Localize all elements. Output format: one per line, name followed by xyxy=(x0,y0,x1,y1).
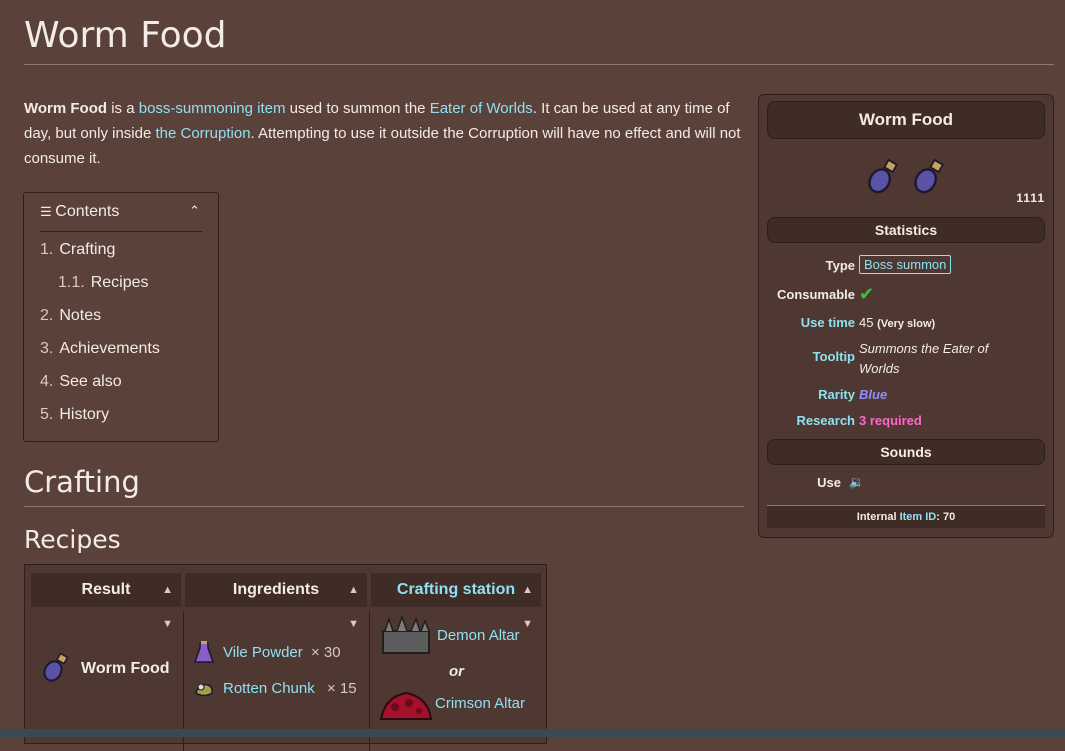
game-modes-badge: 1111 xyxy=(1016,191,1045,205)
ingredient-vile-powder: Vile Powder × 30 xyxy=(193,641,365,665)
section-crafting-heading: Crafting xyxy=(24,464,744,507)
toc-item-crafting[interactable]: 1. Crafting xyxy=(40,241,160,274)
chevron-up-icon[interactable]: ⌃ xyxy=(189,203,200,219)
demon-altar-icon xyxy=(382,615,430,654)
toc-item-see-also[interactable]: 4. See also xyxy=(40,373,160,406)
statistics-header: Statistics xyxy=(767,217,1045,243)
rotten-chunk-icon xyxy=(195,683,213,697)
toc-title: ☰ Contents xyxy=(40,203,120,220)
result-cell: Worm Food xyxy=(39,651,179,687)
sort-icon[interactable]: ▲ ▼ xyxy=(348,573,359,641)
worm-food-icon xyxy=(43,652,69,682)
worm-food-sprite-icon xyxy=(914,158,945,194)
link-boss-summoning-item[interactable]: boss-summoning item xyxy=(139,100,286,117)
speaker-icon[interactable]: 🔉 xyxy=(849,475,864,489)
link-crimson-altar[interactable]: Crimson Altar xyxy=(435,695,525,712)
sort-icon[interactable]: ▲ ▼ xyxy=(162,573,173,641)
station-or: or xyxy=(449,663,464,680)
toc-item-recipes[interactable]: 1.1. Recipes xyxy=(40,274,160,307)
station-demon-altar: Demon Altar xyxy=(379,615,545,655)
toc-header[interactable]: ☰ Contents ⌃ xyxy=(40,201,202,232)
link-item-id[interactable]: Item ID xyxy=(900,511,937,523)
vile-powder-qty: × 30 xyxy=(311,644,341,661)
link-rotten-chunk[interactable]: Rotten Chunk xyxy=(223,680,315,697)
sounds-header: Sounds xyxy=(767,439,1045,465)
stat-tooltip: Tooltip Summons the Eater of Worlds xyxy=(812,341,989,376)
crimson-altar-icon xyxy=(379,691,433,720)
infobox: Worm Food 1111 Statistics Type Boss summ… xyxy=(758,94,1054,538)
list-icon: ☰ xyxy=(40,204,56,219)
intro-text-2: used to summon the xyxy=(285,100,430,117)
intro-subject: Worm Food xyxy=(24,100,108,117)
toc-item-achievements[interactable]: 3. Achievements xyxy=(40,340,160,373)
rotten-chunk-qty: × 15 xyxy=(327,680,357,697)
ingredient-rotten-chunk: Rotten Chunk × 15 xyxy=(193,677,365,701)
column-header-ingredients[interactable]: Ingredients ▲ ▼ xyxy=(185,573,367,630)
intro-text-1: is a xyxy=(107,100,139,117)
link-demon-altar[interactable]: Demon Altar xyxy=(437,627,520,644)
station-crimson-altar: Crimson Altar xyxy=(379,687,545,727)
section-recipes-heading: Recipes xyxy=(24,525,121,554)
toc-item-notes[interactable]: 2. Notes xyxy=(40,307,160,340)
toc-item-history[interactable]: 5. History xyxy=(40,406,160,439)
page-title: Worm Food xyxy=(24,14,1054,65)
recipes-table: Result ▲ ▼ Ingredients ▲ ▼ Crafting station ▲… xyxy=(24,564,547,751)
infobox-footer: Internal Item ID: 70 xyxy=(767,505,1045,528)
worm-food-sprite-icon xyxy=(868,158,899,194)
intro-paragraph: Worm Food is a boss-summoning item used … xyxy=(24,96,744,171)
link-eater-of-worlds[interactable]: Eater of Worlds xyxy=(430,100,533,117)
table-of-contents: ☰ Contents ⌃ 1. Crafting 1.1. Recipes 2. No… xyxy=(23,192,219,442)
rarity-value: Blue xyxy=(859,387,888,402)
type-link[interactable]: Boss summon xyxy=(859,255,952,274)
link-vile-powder[interactable]: Vile Powder xyxy=(223,644,303,661)
toc-list: 1. Crafting 1.1. Recipes 2. Notes 3. Achieve… xyxy=(40,241,160,439)
vile-powder-icon xyxy=(193,641,215,663)
result-item-link[interactable]: Worm Food xyxy=(81,660,170,678)
checkmark-icon: ✔ xyxy=(859,284,875,304)
bottom-bar xyxy=(0,729,1065,737)
column-header-crafting-station[interactable]: Crafting station ▲ ▼ xyxy=(371,573,541,630)
infobox-title: Worm Food xyxy=(767,101,1045,139)
link-the-corruption[interactable]: the Corruption xyxy=(155,125,250,142)
column-header-result[interactable]: Result ▲ ▼ xyxy=(31,573,181,630)
